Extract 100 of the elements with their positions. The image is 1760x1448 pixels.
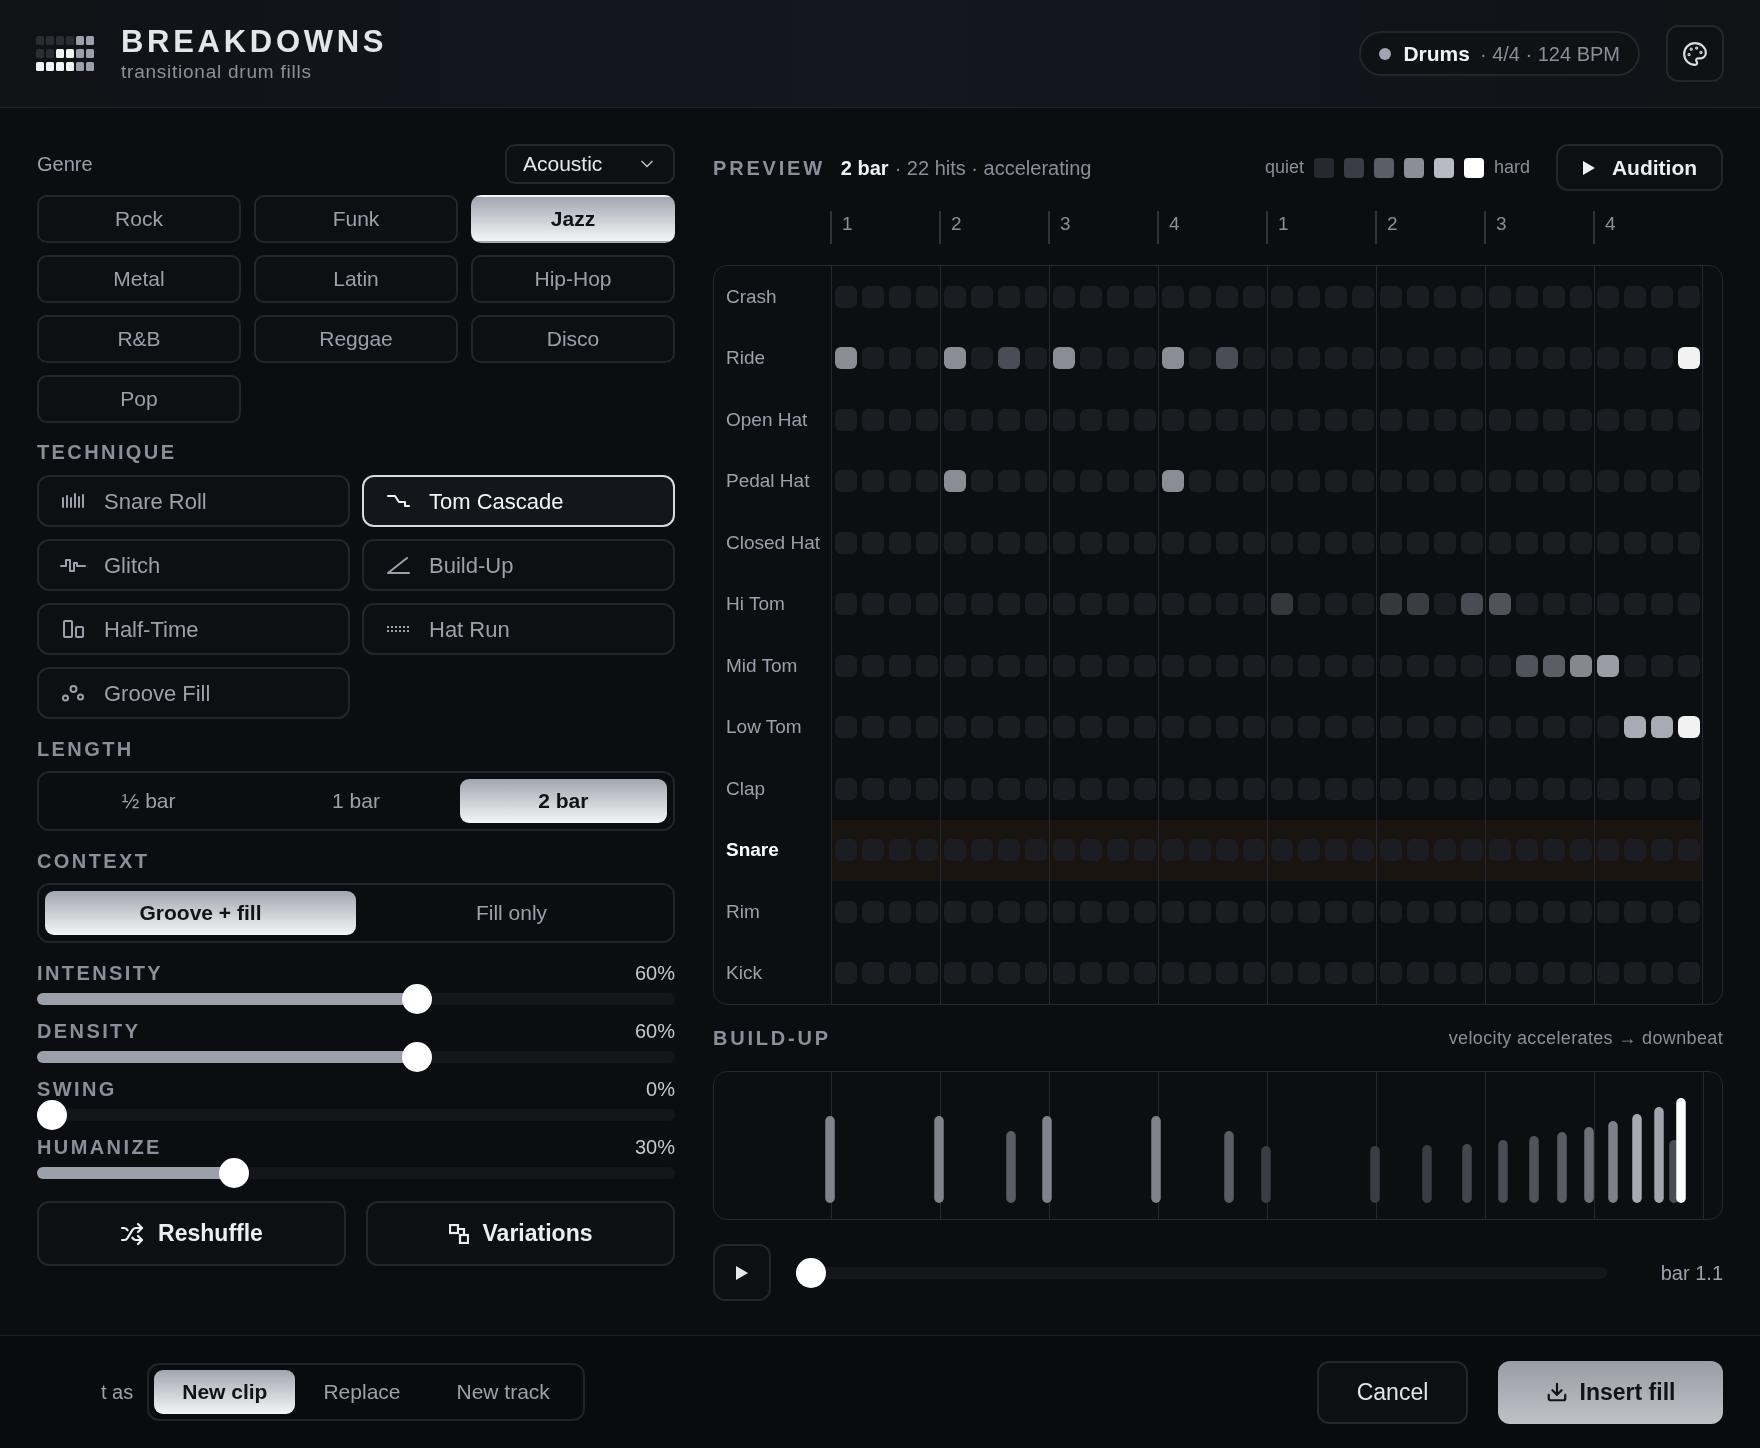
app-title: BREAKDOWNS <box>121 24 388 60</box>
palette-button[interactable] <box>1666 25 1724 82</box>
genre-button[interactable]: Pop <box>37 375 241 423</box>
instrument-label[interactable]: Low Tom <box>726 713 802 742</box>
position-readout: bar 1.1 <box>1660 1260 1723 1286</box>
instrument-label[interactable]: Pedal Hat <box>726 467 810 496</box>
instrument-label[interactable]: Mid Tom <box>726 651 798 680</box>
slider-label: HUMANIZE <box>37 1135 162 1160</box>
slider-thumb[interactable] <box>37 1100 67 1130</box>
insert-mode-option[interactable]: New track <box>428 1370 578 1414</box>
play-icon <box>1581 159 1596 176</box>
genre-button[interactable]: Hip-Hop <box>471 255 675 303</box>
step-cell[interactable] <box>1488 593 1511 616</box>
step-cell[interactable] <box>1542 654 1565 677</box>
instrument-label[interactable]: Hi Tom <box>726 590 785 619</box>
genre-button[interactable]: Reggae <box>254 315 458 363</box>
genre-button[interactable]: Latin <box>254 255 458 303</box>
slider-label: SWING <box>37 1077 117 1102</box>
technique-button[interactable]: Groove Fill <box>37 667 350 719</box>
slider-value: 60% <box>634 1019 675 1044</box>
step-cell[interactable] <box>1515 654 1538 677</box>
slider-thumb[interactable] <box>401 984 432 1014</box>
technique-button[interactable]: Build-Up <box>362 539 675 591</box>
step-cell[interactable] <box>1379 593 1402 616</box>
velocity-bar <box>1557 1132 1567 1203</box>
context-option[interactable]: Groove + fill <box>45 891 356 935</box>
slider-track[interactable] <box>37 1042 675 1072</box>
slider-thumb[interactable] <box>401 1042 432 1072</box>
slider-value: 30% <box>634 1135 675 1160</box>
genre-button[interactable]: Disco <box>471 315 675 363</box>
insert-as-label: t as <box>101 1380 134 1405</box>
step-cell[interactable] <box>1215 347 1238 370</box>
step-cell[interactable] <box>1597 654 1620 677</box>
rectangles-icon <box>62 620 84 638</box>
step-cell[interactable] <box>943 347 966 370</box>
beat-number: 4 <box>1169 213 1180 234</box>
beat-number: 1 <box>1278 213 1289 234</box>
audition-button[interactable]: Audition <box>1556 144 1723 191</box>
step-cell[interactable] <box>1569 654 1592 677</box>
instrument-label[interactable]: Kick <box>726 959 762 988</box>
slider-track[interactable] <box>37 1100 675 1130</box>
insert-mode-option[interactable]: Replace <box>295 1370 429 1414</box>
step-cell[interactable] <box>834 347 857 370</box>
velocity-bar <box>1370 1146 1380 1203</box>
technique-button[interactable]: Glitch <box>37 539 350 591</box>
insert-mode-option[interactable]: New clip <box>154 1370 296 1414</box>
instrument-label[interactable]: Clap <box>726 774 766 803</box>
cancel-button[interactable]: Cancel <box>1317 1360 1468 1424</box>
step-cell[interactable] <box>1677 347 1700 370</box>
slider-thumb[interactable] <box>219 1158 250 1188</box>
logo-icon <box>36 36 94 71</box>
instrument-label[interactable]: Open Hat <box>726 405 808 434</box>
step-cell[interactable] <box>943 470 966 493</box>
genre-button[interactable]: R&B <box>37 315 241 363</box>
ramp-icon <box>386 556 410 574</box>
slider-track[interactable] <box>37 1158 675 1188</box>
kit-dropdown[interactable]: Acoustic <box>505 144 675 184</box>
slider-value: 0% <box>646 1077 675 1102</box>
slider-track[interactable] <box>796 1257 1607 1288</box>
legend-high-label: hard <box>1493 156 1530 179</box>
slider-thumb[interactable] <box>796 1257 826 1288</box>
step-cell[interactable] <box>1052 347 1075 370</box>
step-cell[interactable] <box>1624 716 1647 739</box>
slider-track[interactable] <box>37 984 675 1014</box>
length-option[interactable]: 1 bar <box>252 779 460 823</box>
technique-button[interactable]: Half-Time <box>37 603 350 655</box>
instrument-label[interactable]: Crash <box>726 282 777 311</box>
genre-button[interactable]: Funk <box>254 195 458 243</box>
velocity-bar <box>1224 1131 1234 1203</box>
play-button[interactable] <box>713 1244 771 1301</box>
technique-button[interactable]: Tom Cascade <box>362 475 675 527</box>
step-cell[interactable] <box>1161 347 1184 370</box>
step-cell[interactable] <box>1677 716 1700 739</box>
instrument-label[interactable]: Ride <box>726 344 766 373</box>
instrument-label[interactable]: Snare <box>726 836 779 865</box>
length-option[interactable]: ½ bar <box>45 779 253 823</box>
action-button[interactable]: Variations <box>366 1201 675 1266</box>
step-cell[interactable] <box>997 347 1020 370</box>
beat-number: 2 <box>951 213 962 234</box>
step-cell[interactable] <box>1161 470 1184 493</box>
technique-button[interactable]: Hat Run <box>362 603 675 655</box>
insert-fill-button[interactable]: Insert fill <box>1498 1360 1723 1424</box>
technique-button[interactable]: Snare Roll <box>37 475 350 527</box>
genre-button[interactable]: Metal <box>37 255 241 303</box>
velocity-bar <box>1261 1146 1271 1203</box>
step-cell[interactable] <box>1650 716 1673 739</box>
circles-icon <box>62 684 84 702</box>
action-button[interactable]: Reshuffle <box>37 1201 346 1266</box>
legend-low-label: quiet <box>1264 156 1304 179</box>
steps-icon <box>386 495 410 507</box>
length-option[interactable]: 2 bar <box>459 779 667 823</box>
context-option[interactable]: Fill only <box>356 891 667 935</box>
genre-button[interactable]: Rock <box>37 195 241 243</box>
step-cell[interactable] <box>1270 593 1293 616</box>
pattern-summary: · 22 hits · accelerating <box>894 155 1092 181</box>
instrument-label[interactable]: Closed Hat <box>726 528 820 557</box>
step-cell[interactable] <box>1460 593 1483 616</box>
instrument-label[interactable]: Rim <box>726 897 760 926</box>
step-cell[interactable] <box>1406 593 1429 616</box>
genre-button[interactable]: Jazz <box>471 195 675 243</box>
